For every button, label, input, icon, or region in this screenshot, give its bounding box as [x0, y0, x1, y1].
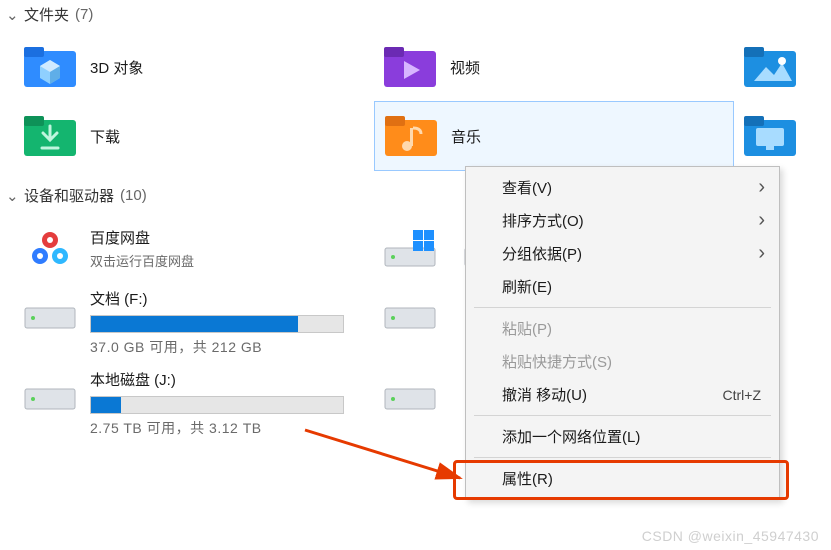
drive-label: 百度网盘: [90, 227, 194, 248]
menu-label: 刷新(E): [502, 276, 552, 297]
folder-pictures-icon: [742, 39, 798, 95]
section-count: (7): [75, 6, 93, 23]
menu-label: 撤消 移动(U): [502, 384, 587, 405]
chevron-down-icon: ⌄: [6, 187, 18, 205]
folder-music[interactable]: 音乐: [374, 101, 734, 171]
drive-usage: 37.0 GB 可用，共 212 GB: [90, 339, 262, 355]
drive-c-partial[interactable]: [374, 214, 454, 282]
menu-label: 排序方式(O): [502, 210, 584, 231]
menu-label: 粘贴(P): [502, 318, 552, 339]
menu-separator: [474, 307, 771, 308]
menu-separator: [474, 415, 771, 416]
folders-grid: 3D 对象 视频 下载 音乐: [0, 29, 831, 181]
menu-separator: [474, 457, 771, 458]
folder-desktop-partial[interactable]: [734, 101, 804, 171]
menu-refresh[interactable]: 刷新(E): [466, 270, 779, 303]
folder-desktop-icon: [742, 108, 798, 164]
watermark: CSDN @weixin_45947430: [642, 528, 819, 544]
menu-properties[interactable]: 属性(R): [466, 462, 779, 495]
chevron-down-icon: ⌄: [6, 6, 18, 24]
folder-3d-objects[interactable]: 3D 对象: [14, 33, 374, 101]
section-count: (10): [120, 187, 147, 204]
menu-label: 查看(V): [502, 177, 552, 198]
folder-label: 下载: [90, 126, 120, 147]
menu-label: 粘贴快捷方式(S): [502, 351, 612, 372]
folder-downloads[interactable]: 下载: [14, 101, 374, 171]
drive-usage: 2.75 TB 可用，共 3.12 TB: [90, 420, 262, 436]
menu-label: 分组依据(P): [502, 243, 582, 264]
folder-pictures-partial[interactable]: [734, 33, 804, 101]
drive-g-partial[interactable]: [374, 282, 454, 363]
menu-shortcut: Ctrl+Z: [723, 387, 762, 403]
menu-group[interactable]: 分组依据(P): [466, 237, 779, 270]
drive-label: 本地磁盘 (J:): [90, 372, 176, 389]
folder-3d-icon: [22, 39, 78, 95]
drive-icon: [382, 288, 438, 336]
menu-undo[interactable]: 撤消 移动(U) Ctrl+Z: [466, 378, 779, 411]
drive-sublabel: 双击运行百度网盘: [90, 251, 194, 270]
drive-icon: [22, 288, 78, 336]
drive-icon: [382, 369, 438, 417]
folder-label: 音乐: [451, 126, 481, 147]
drive-f[interactable]: 文档 (F:) 37.0 GB 可用，共 212 GB: [14, 282, 374, 363]
menu-paste-shortcut: 粘贴快捷方式(S): [466, 345, 779, 378]
folder-label: 3D 对象: [90, 57, 143, 78]
menu-paste: 粘贴(P): [466, 312, 779, 345]
baidu-icon: [22, 220, 78, 276]
folder-videos[interactable]: 视频: [374, 33, 734, 101]
menu-add-network[interactable]: 添加一个网络位置(L): [466, 420, 779, 453]
folder-download-icon: [22, 108, 78, 164]
folder-video-icon: [382, 39, 438, 95]
section-title: 文件夹: [24, 4, 69, 25]
menu-sort[interactable]: 排序方式(O): [466, 204, 779, 237]
storage-bar: [90, 396, 344, 414]
storage-bar: [90, 315, 344, 333]
drive-k-partial[interactable]: [374, 363, 454, 444]
drive-icon: [22, 369, 78, 417]
folder-label: 视频: [450, 57, 480, 78]
menu-label: 添加一个网络位置(L): [502, 426, 640, 447]
folder-music-icon: [383, 108, 439, 164]
drive-baidu[interactable]: 百度网盘 双击运行百度网盘: [14, 214, 374, 282]
menu-label: 属性(R): [502, 468, 553, 489]
drive-j[interactable]: 本地磁盘 (J:) 2.75 TB 可用，共 3.12 TB: [14, 363, 374, 444]
drive-label: 文档 (F:): [90, 291, 148, 308]
drive-windows-icon: [382, 224, 438, 272]
section-header-folders[interactable]: ⌄ 文件夹 (7): [0, 0, 831, 29]
section-title: 设备和驱动器: [24, 185, 114, 206]
menu-view[interactable]: 查看(V): [466, 171, 779, 204]
context-menu: 查看(V) 排序方式(O) 分组依据(P) 刷新(E) 粘贴(P) 粘贴快捷方式…: [465, 166, 780, 500]
